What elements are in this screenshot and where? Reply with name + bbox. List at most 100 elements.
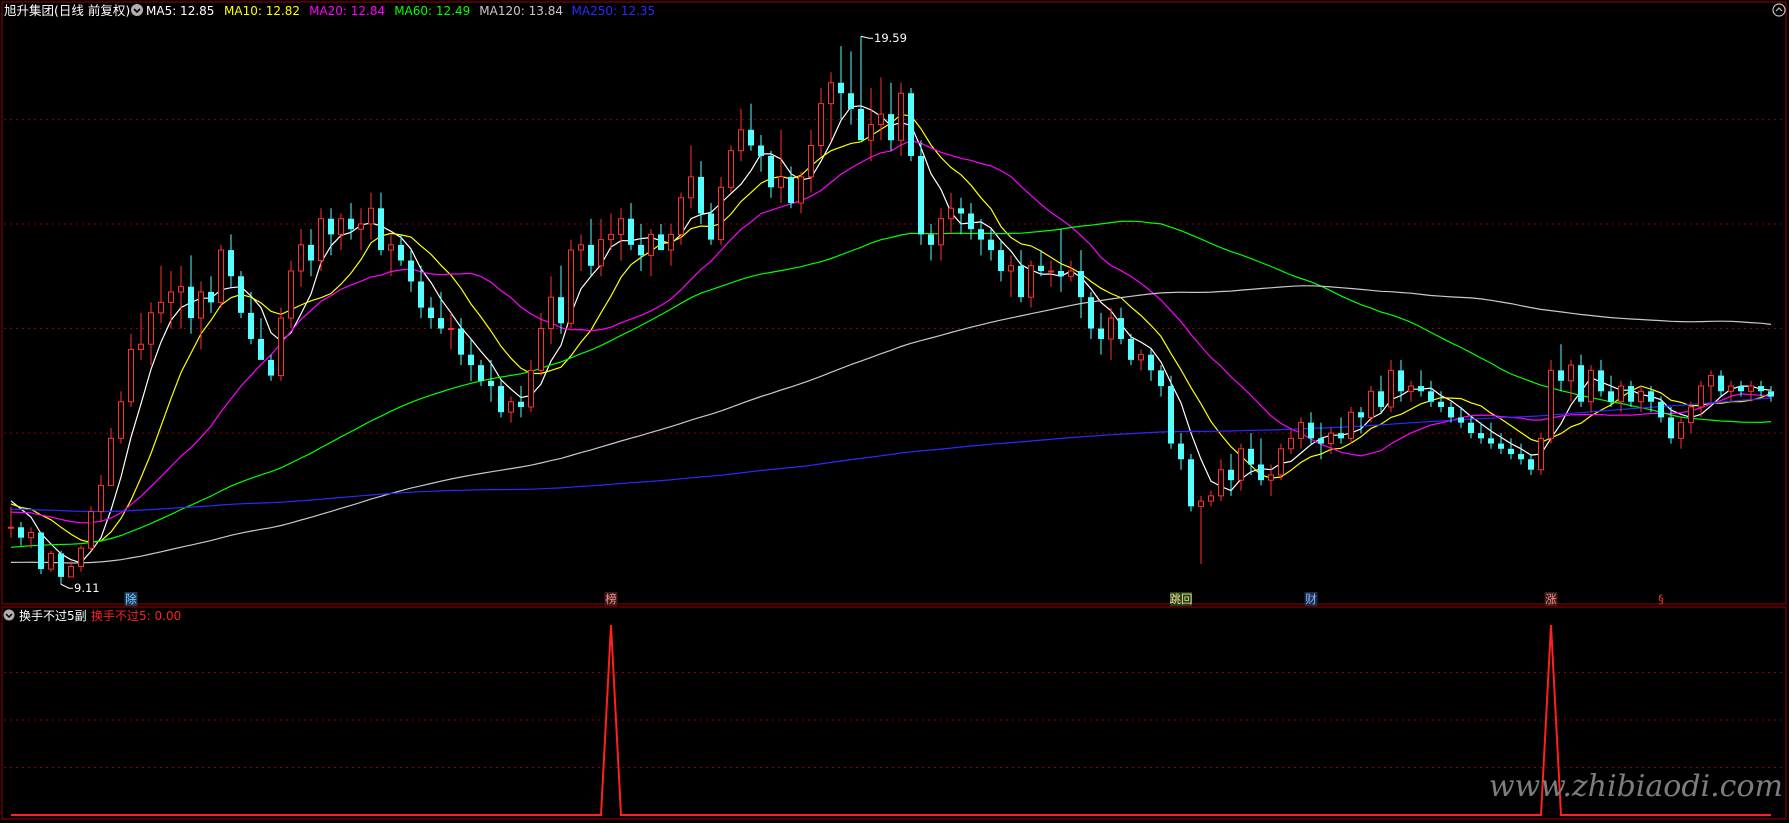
candle <box>858 36 864 141</box>
candle <box>1188 454 1194 512</box>
candle <box>1248 433 1254 475</box>
candle <box>1518 443 1524 465</box>
ma-legend-item: MA10: 12.82 <box>224 4 300 18</box>
candle <box>478 359 484 387</box>
event-marker[interactable]: 跳回 <box>1170 592 1193 606</box>
candle <box>1658 396 1664 423</box>
ma-legend-item: MA5: 12.85 <box>146 4 214 18</box>
candle <box>438 291 444 334</box>
candle <box>178 265 184 329</box>
svg-text:§: § <box>1658 592 1664 606</box>
candle <box>98 474 104 523</box>
candle <box>1688 401 1694 434</box>
candle <box>268 354 274 381</box>
candle <box>638 223 644 272</box>
candle <box>1178 433 1184 470</box>
candle <box>28 527 34 549</box>
candle <box>658 223 664 251</box>
candle <box>618 208 624 261</box>
candle <box>18 522 24 546</box>
candle <box>1558 344 1564 392</box>
candle <box>428 297 434 329</box>
candle <box>498 380 504 418</box>
candle <box>358 208 364 251</box>
candle <box>1208 490 1214 507</box>
candle <box>1568 359 1574 402</box>
candle <box>1668 406 1674 444</box>
candle <box>338 213 344 251</box>
ma60-line <box>10 220 1772 548</box>
candle <box>1258 438 1264 486</box>
candle <box>948 192 954 235</box>
candle <box>148 302 154 366</box>
candle <box>1628 380 1634 407</box>
candle <box>348 203 354 240</box>
price-header: 旭升集团(日线 前复权) MA5: 12.85 MA10: 12.82 MA20: … <box>4 3 1786 18</box>
candle <box>1428 380 1434 407</box>
candle <box>1368 386 1374 423</box>
candle <box>548 276 554 345</box>
candle <box>1098 312 1104 355</box>
candle <box>1678 417 1684 449</box>
candle <box>778 129 784 204</box>
candle <box>1148 349 1154 381</box>
candle <box>588 218 594 277</box>
ma-legend-item: MA120: 13.84 <box>479 4 563 18</box>
candle <box>1758 380 1764 397</box>
candle <box>1338 417 1344 444</box>
indicator-grid <box>4 672 1784 768</box>
candle <box>538 312 544 376</box>
candle <box>1618 380 1624 413</box>
svg-text:涨: 涨 <box>1545 592 1557 606</box>
candle <box>468 338 474 381</box>
candle <box>408 250 414 292</box>
candle <box>718 176 724 245</box>
price-panel[interactable]: 19.59 9.11 除 榜 跳回 财 涨 § <box>1 1 1787 606</box>
price-panel-frame <box>1 1 1787 605</box>
candle <box>378 192 384 256</box>
panel-collapse-icon[interactable] <box>1772 3 1786 17</box>
event-marker[interactable]: 涨 <box>1544 592 1558 606</box>
candle <box>1718 370 1724 397</box>
ma120-line <box>10 285 1772 564</box>
candle <box>1088 291 1094 339</box>
svg-text:跳回: 跳回 <box>1170 592 1193 606</box>
candle <box>908 87 914 162</box>
candle <box>1298 417 1304 449</box>
candle <box>68 561 74 578</box>
ma-legend: MA5: 12.85 MA10: 12.82 MA20: 12.84 MA60: 12… <box>146 4 655 18</box>
high-price-label: 19.59 <box>874 31 907 45</box>
stock-chart-window: 19.59 9.11 除 榜 跳回 财 涨 § 旭升集团(日线 前复权) MA5: 12.8… <box>1 1 1787 820</box>
candle <box>758 135 764 172</box>
candle <box>798 171 804 214</box>
candle <box>838 46 844 120</box>
candle <box>278 307 284 381</box>
candle <box>668 223 674 266</box>
indicator-toggle-icon[interactable] <box>3 609 15 621</box>
event-marker[interactable]: 财 <box>1304 592 1318 606</box>
price-annotations: 19.59 9.11 <box>60 31 907 595</box>
candle <box>88 506 94 551</box>
ma-legend-item: MA250: 12.35 <box>572 4 656 18</box>
candle <box>868 87 874 162</box>
settings-toggle-icon[interactable] <box>131 4 143 16</box>
candle <box>1768 386 1774 402</box>
candle <box>78 545 84 572</box>
candle <box>288 260 294 329</box>
candle <box>238 271 244 319</box>
candle <box>1028 260 1034 308</box>
candle <box>1418 370 1424 397</box>
event-marker[interactable]: § <box>1658 592 1664 606</box>
event-marker[interactable]: 除 <box>124 592 138 606</box>
candle <box>818 87 824 156</box>
ma-legend-item: MA20: 12.84 <box>309 4 385 18</box>
candle <box>168 271 174 329</box>
event-marker[interactable]: 榜 <box>604 592 618 606</box>
candle <box>1238 443 1244 491</box>
candle <box>368 192 374 240</box>
candle <box>1508 438 1514 460</box>
indicator-value-label: 换手不过5: 0.00 <box>91 609 181 623</box>
candle <box>318 208 324 272</box>
candle <box>1708 370 1714 402</box>
candle <box>388 234 394 277</box>
